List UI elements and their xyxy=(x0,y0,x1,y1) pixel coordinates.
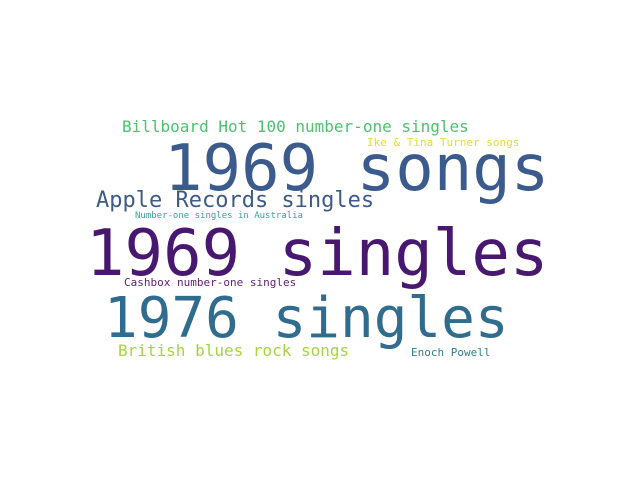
word-apple-records-singles: Apple Records singles xyxy=(96,188,375,213)
word-1976-singles: 1976 singles xyxy=(104,286,509,351)
word-enoch-powell: Enoch Powell xyxy=(411,346,491,359)
word-british-blues-rock-songs: British blues rock songs xyxy=(118,341,350,360)
word-cloud: Billboard Hot 100 number-one singles Ike… xyxy=(0,0,640,480)
